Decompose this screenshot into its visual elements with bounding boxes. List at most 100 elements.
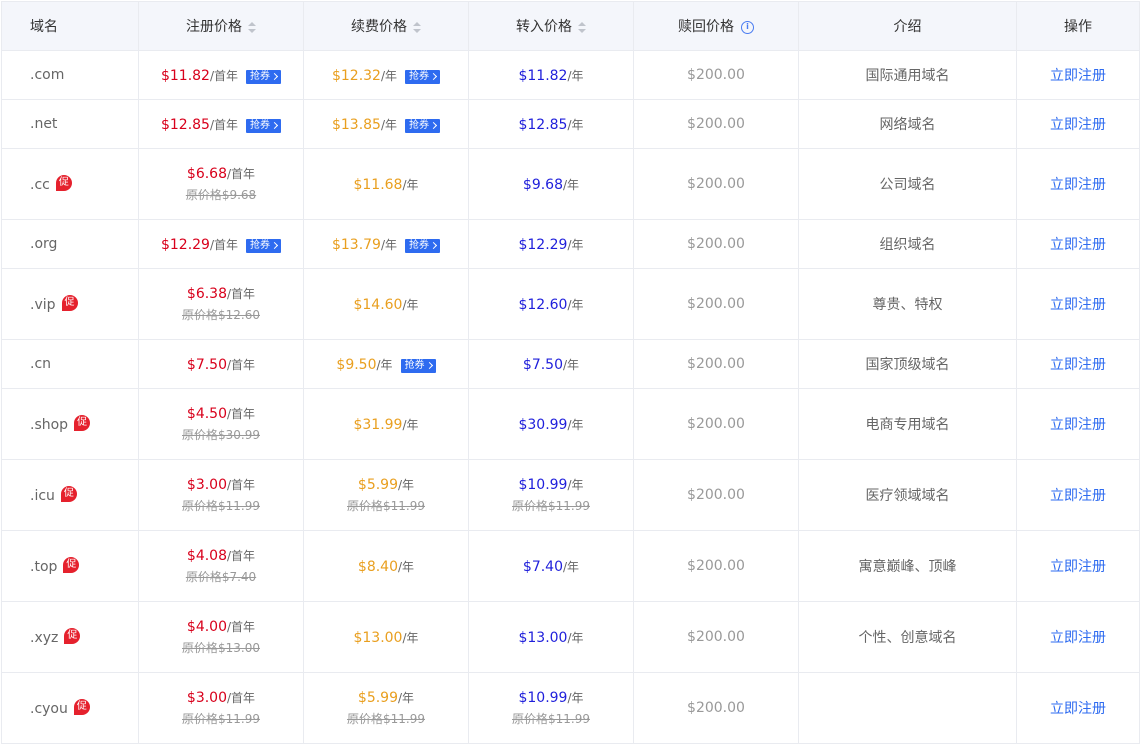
transfer-price: $7.50 <box>522 356 564 373</box>
table-row: .cc 促 $6.68/首年 原价格$9.68 $11.68/年 $9.68/年 $200.… <box>1 148 1140 220</box>
coupon-badge[interactable]: 抢券 <box>400 358 436 373</box>
renew-price: $13.85 <box>331 116 381 133</box>
domain-name: .cyou <box>30 701 68 717</box>
price-unit: /年 <box>567 691 584 705</box>
register-now-link[interactable]: 立即注册 <box>1050 177 1106 193</box>
table-header-row: 域名 注册价格 续费价格 转入价格 赎回价格 i 介绍 操作 <box>1 1 1140 51</box>
sort-icon[interactable] <box>578 21 586 33</box>
action-cell: 立即注册 <box>1016 268 1140 340</box>
chevron-right-icon <box>270 241 279 250</box>
table-row: .net $12.85/首年 抢券 $13.85/年 抢券 $12.85/年 $200.00… <box>1 99 1140 149</box>
redeem-price: $200.00 <box>687 116 745 132</box>
coupon-badge[interactable]: 抢券 <box>246 69 282 84</box>
price-unit: /首年 <box>227 620 256 634</box>
register-price-cell: $4.50/首年 原价格$30.99 <box>138 388 304 460</box>
coupon-label: 抢券 <box>250 119 271 131</box>
intro-cell <box>798 672 1017 744</box>
col-header-renew[interactable]: 续费价格 <box>303 1 469 51</box>
register-now-link[interactable]: 立即注册 <box>1050 701 1106 717</box>
original-price: 原价格$7.40 <box>185 570 257 584</box>
table-row: .top 促 $4.08/首年 原价格$7.40 $8.40/年 $7.40/年 $200.… <box>1 530 1140 602</box>
coupon-badge[interactable]: 抢券 <box>246 118 282 133</box>
domain-name: .top <box>30 559 58 575</box>
register-now-link[interactable]: 立即注册 <box>1050 357 1106 373</box>
price-unit: /首年 <box>227 478 256 492</box>
transfer-price-cell: $12.29/年 <box>468 219 634 269</box>
sort-icon[interactable] <box>248 21 256 33</box>
table-row: .xyz 促 $4.00/首年 原价格$13.00 $13.00/年 $13.00/年 $2… <box>1 601 1140 673</box>
domain-cell: .net <box>1 99 139 149</box>
intro-text: 网络域名 <box>879 117 936 133</box>
price-unit: /年 <box>380 237 398 252</box>
original-price: 原价格$11.99 <box>512 712 590 726</box>
coupon-label: 抢券 <box>250 239 271 251</box>
redeem-price-cell: $200.00 <box>633 219 799 269</box>
col-header-redeem: 赎回价格 i <box>633 1 799 51</box>
col-header-transfer[interactable]: 转入价格 <box>468 1 634 51</box>
redeem-price: $200.00 <box>687 416 745 432</box>
action-cell: 立即注册 <box>1016 388 1140 460</box>
renew-price-cell: $9.50/年 抢券 <box>303 339 469 389</box>
register-now-link[interactable]: 立即注册 <box>1050 237 1106 253</box>
info-icon[interactable]: i <box>741 20 754 34</box>
redeem-price: $200.00 <box>687 356 745 372</box>
redeem-price: $200.00 <box>687 67 745 83</box>
renew-price: $5.99 <box>357 690 399 706</box>
price-unit: /首年 <box>209 237 239 252</box>
domain-cell: .xyz 促 <box>1 601 139 673</box>
original-price: 原价格$11.99 <box>512 499 590 513</box>
price-unit: /首年 <box>227 167 256 181</box>
action-cell: 立即注册 <box>1016 219 1140 269</box>
redeem-price-cell: $200.00 <box>633 388 799 460</box>
domain-cell: .cc 促 <box>1 148 139 220</box>
col-header-register[interactable]: 注册价格 <box>138 1 304 51</box>
coupon-badge[interactable]: 抢券 <box>405 238 441 253</box>
renew-price-cell: $5.99/年 原价格$11.99 <box>303 672 469 744</box>
register-price: $3.00 <box>186 690 228 706</box>
intro-cell: 网络域名 <box>798 99 1017 149</box>
register-now-link[interactable]: 立即注册 <box>1050 417 1106 433</box>
domain-name: .vip <box>30 297 56 313</box>
transfer-price-cell: $10.99/年 原价格$11.99 <box>468 459 634 531</box>
price-unit: /年 <box>402 297 419 312</box>
renew-price-cell: $8.40/年 <box>303 530 469 602</box>
transfer-price-cell: $9.68/年 <box>468 148 634 220</box>
coupon-badge[interactable]: 抢券 <box>405 69 441 84</box>
domain-cell: .top 促 <box>1 530 139 602</box>
domain-cell: .icu 促 <box>1 459 139 531</box>
renew-price-cell: $13.00/年 <box>303 601 469 673</box>
domain-name: .com <box>30 67 65 83</box>
chevron-right-icon <box>270 72 279 81</box>
price-unit: /年 <box>567 117 584 132</box>
register-now-link[interactable]: 立即注册 <box>1050 297 1106 313</box>
register-price: $12.29 <box>160 236 210 253</box>
register-now-link[interactable]: 立即注册 <box>1050 488 1106 504</box>
transfer-price: $11.82 <box>518 67 568 84</box>
intro-text: 组织域名 <box>879 237 936 253</box>
transfer-price-cell: $13.00/年 <box>468 601 634 673</box>
domain-cell: .vip 促 <box>1 268 139 340</box>
register-price-cell: $7.50/首年 <box>138 339 304 389</box>
domain-cell: .cn <box>1 339 139 389</box>
coupon-label: 抢券 <box>409 119 430 131</box>
price-unit: /年 <box>380 68 398 83</box>
coupon-badge[interactable]: 抢券 <box>246 238 282 253</box>
register-price: $12.85 <box>160 116 210 133</box>
domain-name: .org <box>30 236 58 252</box>
action-cell: 立即注册 <box>1016 339 1140 389</box>
sort-icon[interactable] <box>413 21 421 33</box>
action-cell: 立即注册 <box>1016 530 1140 602</box>
price-unit: /年 <box>402 177 419 192</box>
intro-cell: 尊贵、特权 <box>798 268 1017 340</box>
price-unit: /首年 <box>209 68 239 83</box>
price-unit: /年 <box>567 417 584 432</box>
original-price: 原价格$11.99 <box>182 712 260 726</box>
register-now-link[interactable]: 立即注册 <box>1050 68 1106 84</box>
register-now-link[interactable]: 立即注册 <box>1050 630 1106 646</box>
table-row: .org $12.29/首年 抢券 $13.79/年 抢券 $12.29/年 $200.00… <box>1 219 1140 269</box>
price-unit: /年 <box>563 559 580 574</box>
price-unit: /首年 <box>209 117 239 132</box>
register-now-link[interactable]: 立即注册 <box>1050 559 1106 575</box>
register-now-link[interactable]: 立即注册 <box>1050 117 1106 133</box>
coupon-badge[interactable]: 抢券 <box>405 118 441 133</box>
